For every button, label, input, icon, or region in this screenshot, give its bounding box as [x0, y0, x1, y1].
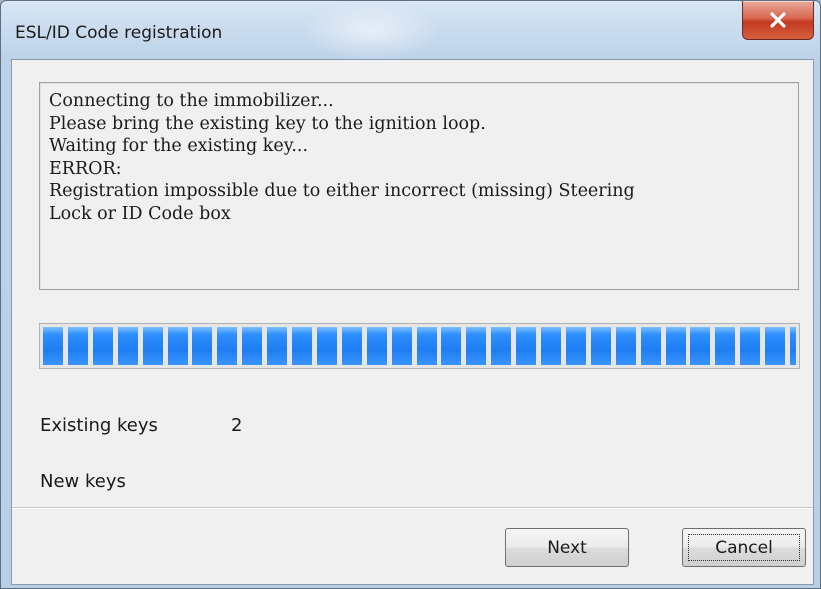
log-line-error: ERROR: — [49, 158, 122, 179]
log-line: Lock or ID Code box — [49, 203, 231, 224]
progress-segment — [590, 327, 611, 365]
progress-segment — [92, 327, 113, 365]
progress-segment — [765, 327, 786, 365]
progress-bar — [39, 323, 800, 369]
next-button-label: Next — [547, 537, 587, 558]
progress-segment — [316, 327, 337, 365]
progress-segment — [640, 327, 661, 365]
progress-segment — [491, 327, 512, 365]
dialog-body: Connecting to the immobilizer... Please … — [11, 59, 814, 585]
log-line: Registration impossible due to either in… — [49, 181, 635, 201]
progress-segment — [665, 327, 686, 365]
progress-segment — [167, 327, 188, 365]
progress-segment — [67, 327, 88, 365]
progress-segment — [341, 327, 362, 365]
progress-segment — [117, 327, 138, 365]
progress-segment — [43, 327, 63, 365]
close-button[interactable] — [742, 1, 814, 40]
cancel-button[interactable]: Cancel — [682, 528, 806, 567]
button-divider — [12, 507, 813, 509]
progress-segment — [441, 327, 462, 365]
progress-segment — [292, 327, 312, 365]
progress-segment — [366, 327, 387, 365]
progress-segment — [541, 327, 561, 365]
dialog-window: ESL/ID Code registration Connecting to t… — [0, 0, 821, 589]
progress-segment — [516, 327, 537, 365]
progress-segment — [715, 327, 736, 365]
log-line: Connecting to the immobilizer... — [49, 91, 334, 111]
progress-segment — [615, 327, 636, 365]
progress-segment — [790, 327, 796, 365]
next-button[interactable]: Next — [505, 528, 629, 567]
progress-segment — [267, 327, 288, 365]
progress-segment — [242, 327, 263, 365]
progress-segment — [466, 327, 487, 365]
progress-segment — [565, 327, 586, 365]
cancel-button-label: Cancel — [715, 537, 773, 558]
progress-segment — [217, 327, 238, 365]
status-log: Connecting to the immobilizer... Please … — [39, 82, 799, 290]
progress-segment — [142, 327, 163, 365]
log-line: Waiting for the existing key... — [49, 136, 309, 156]
title-bar[interactable]: ESL/ID Code registration — [1, 1, 820, 59]
window-title: ESL/ID Code registration — [15, 23, 223, 43]
log-line: Please bring the existing key to the ign… — [49, 113, 486, 134]
progress-segment — [192, 327, 213, 365]
existing-keys-label: Existing keys — [40, 415, 158, 436]
new-keys-label: New keys — [40, 471, 126, 492]
progress-segment — [391, 327, 412, 365]
progress-track — [43, 327, 796, 365]
progress-segment — [416, 327, 437, 365]
existing-keys-value: 2 — [231, 415, 243, 436]
close-icon — [770, 12, 786, 28]
progress-segment — [690, 327, 711, 365]
progress-segment — [740, 327, 761, 365]
